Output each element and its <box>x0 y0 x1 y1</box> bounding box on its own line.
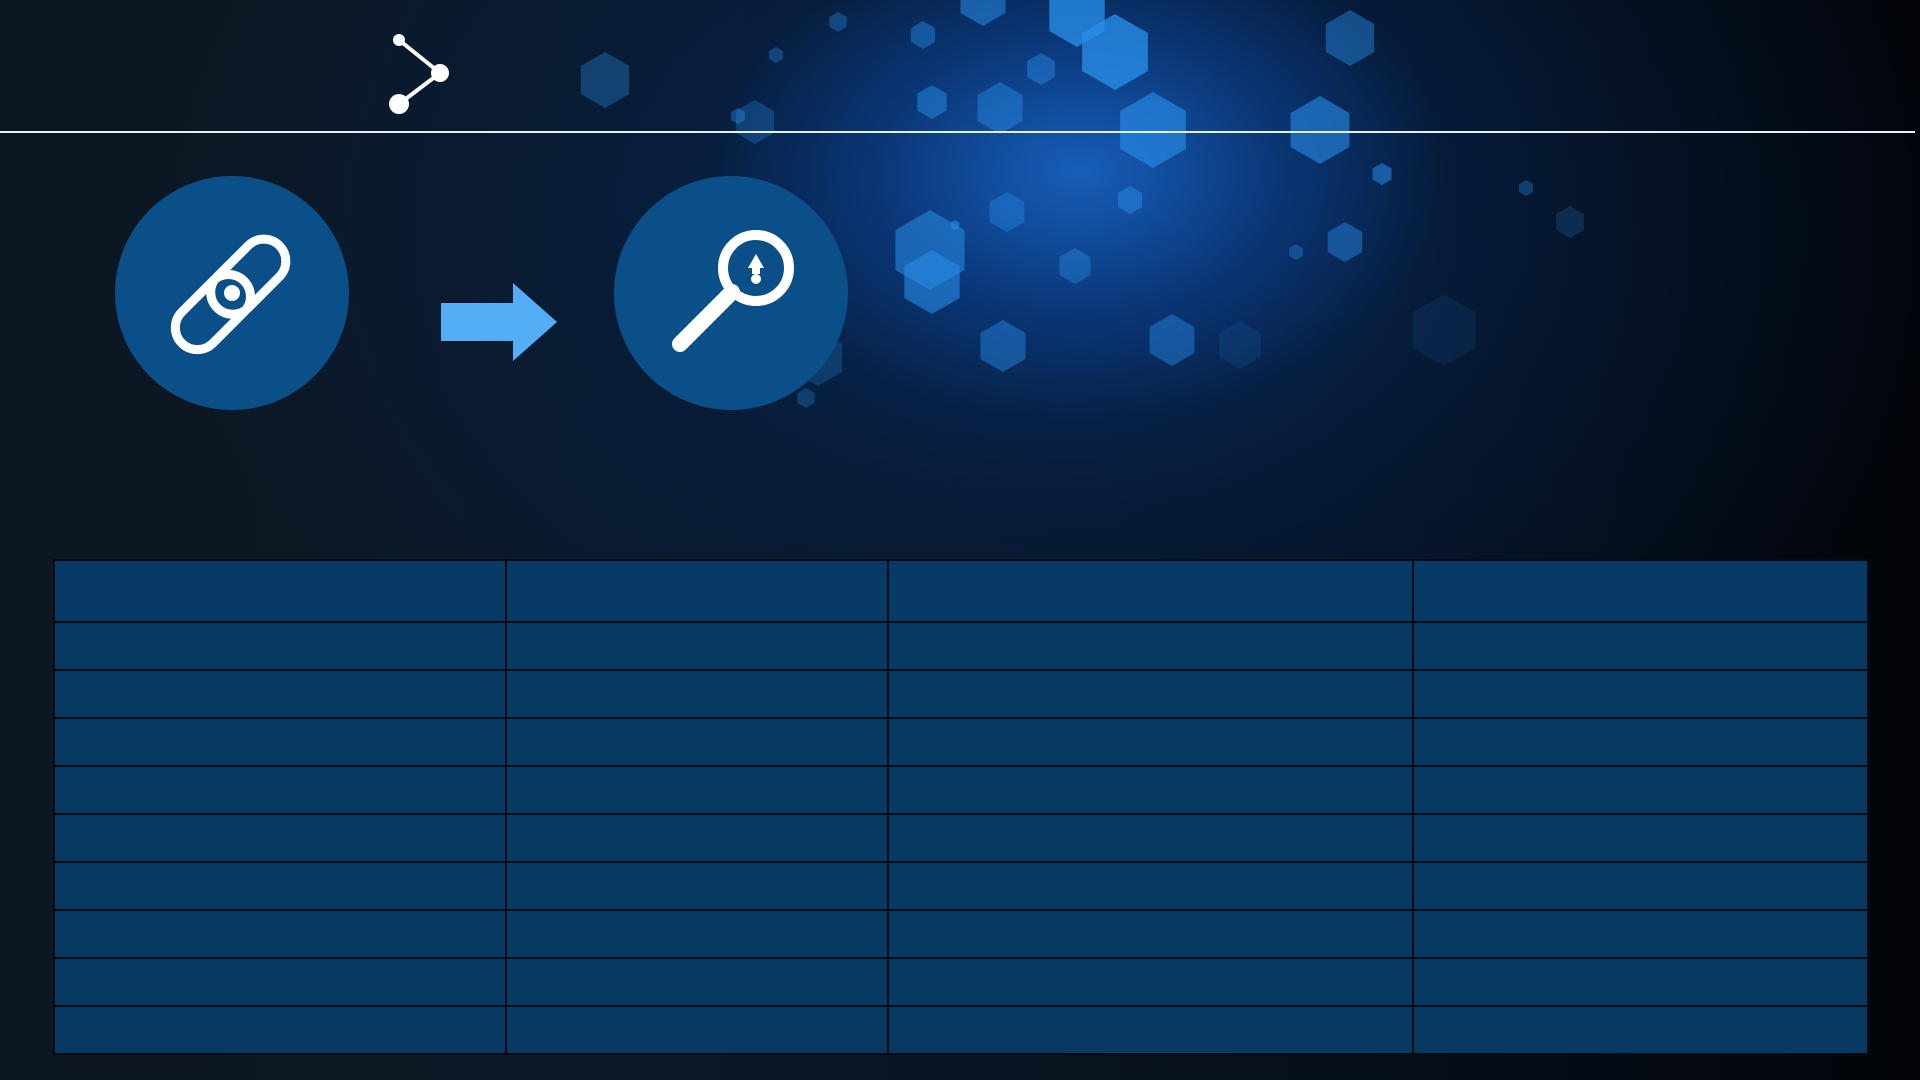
table-row <box>53 861 1869 911</box>
table-cell <box>887 669 1414 719</box>
table-cell <box>1412 717 1869 767</box>
table-cell <box>887 559 1414 623</box>
hexagon-shape <box>1219 321 1261 369</box>
table-cell <box>505 813 889 863</box>
table-cell <box>505 669 889 719</box>
hexagon-shape <box>1327 222 1363 262</box>
table-row <box>53 813 1869 863</box>
hexagon-shape <box>977 82 1023 134</box>
hexagon-shape <box>980 320 1026 372</box>
table-cell <box>887 765 1414 815</box>
table-cell <box>505 1005 889 1055</box>
table-row <box>53 717 1869 767</box>
search-step-circle <box>614 176 848 410</box>
table-cell <box>53 813 507 863</box>
table-cell <box>887 813 1414 863</box>
slide-canvas <box>0 0 1920 1080</box>
table-cell <box>53 559 507 623</box>
table-cell <box>505 559 889 623</box>
table-row <box>53 957 1869 1007</box>
table-cell <box>887 621 1414 671</box>
table-row <box>53 765 1869 815</box>
table-cell <box>505 957 889 1007</box>
hexagon-shape <box>1372 163 1392 185</box>
table-cell <box>505 717 889 767</box>
table-row <box>53 621 1869 671</box>
hexagon-shape <box>1059 248 1091 284</box>
header-divider <box>0 131 1915 133</box>
magnifier-icon <box>672 230 794 352</box>
hexagon-shape <box>1556 206 1584 238</box>
table-cell <box>505 909 889 959</box>
hexagon-shape <box>1117 186 1143 214</box>
table-cell <box>53 765 507 815</box>
table-cell <box>1412 909 1869 959</box>
table-cell <box>505 765 889 815</box>
hexagon-shape <box>910 21 936 49</box>
hexagon-shape <box>1149 314 1195 366</box>
table-header-row <box>53 559 1869 623</box>
arrow-right-icon <box>441 283 557 361</box>
table-cell <box>1412 1005 1869 1055</box>
hexagon-shape <box>829 12 847 32</box>
hexagon-shape <box>1325 10 1375 66</box>
table-cell <box>53 861 507 911</box>
table-cell <box>887 861 1414 911</box>
hexagon-shape <box>1027 53 1055 85</box>
table-row <box>53 909 1869 959</box>
hexagon-shape <box>580 52 630 108</box>
table-cell <box>53 1005 507 1055</box>
table-cell <box>1412 765 1869 815</box>
hexagon-shape <box>917 85 947 119</box>
hexagon-shape <box>1290 96 1350 164</box>
table-cell <box>53 957 507 1007</box>
hexagon-shape <box>1519 180 1533 196</box>
table-cell <box>887 717 1414 767</box>
hexagon-shape <box>960 0 1006 26</box>
chain-link-icon <box>170 234 291 355</box>
table-row <box>53 1005 1869 1055</box>
table-cell <box>505 861 889 911</box>
table-cell <box>887 1005 1414 1055</box>
hexagon-shape <box>1412 294 1476 366</box>
share-icon <box>389 34 449 114</box>
table-cell <box>53 621 507 671</box>
table-cell <box>1412 621 1869 671</box>
hexagon-shape <box>1289 244 1303 260</box>
table-cell <box>887 909 1414 959</box>
table-cell <box>53 909 507 959</box>
table-cell <box>1412 957 1869 1007</box>
table-cell <box>53 717 507 767</box>
hexagon-shape <box>735 100 775 144</box>
link-step-circle <box>115 176 349 410</box>
table-cell <box>887 957 1414 1007</box>
hexagon-shape <box>1120 92 1186 168</box>
table-cell <box>53 669 507 719</box>
table-cell <box>1412 861 1869 911</box>
hexagon-shape <box>769 47 783 63</box>
hexagon-shape <box>989 192 1025 232</box>
table-row <box>53 669 1869 719</box>
data-table <box>53 559 1869 1055</box>
table-cell <box>1412 559 1869 623</box>
table-cell <box>505 621 889 671</box>
table-cell <box>1412 813 1869 863</box>
table-cell <box>1412 669 1869 719</box>
